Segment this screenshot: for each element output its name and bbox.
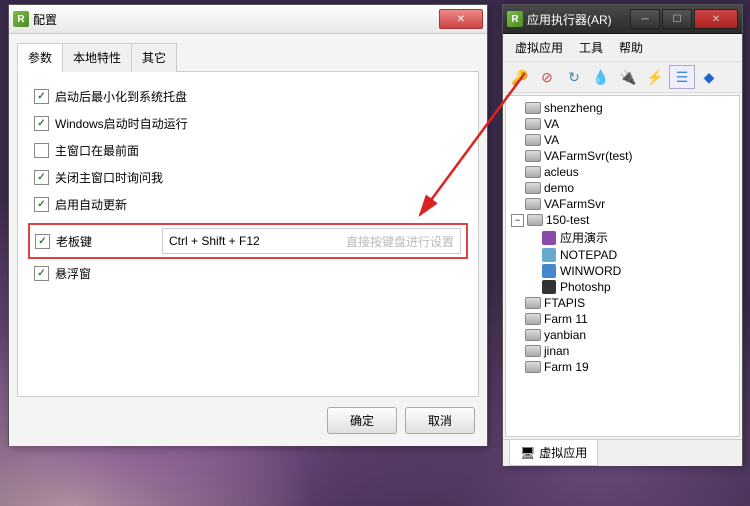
- book-icon[interactable]: ◆: [696, 65, 722, 89]
- checkbox-autostart[interactable]: [34, 116, 49, 131]
- app-icon: R: [507, 11, 523, 27]
- checkbox-floatwin[interactable]: [34, 266, 49, 281]
- tree-item[interactable]: Farm 19: [508, 359, 737, 375]
- dropper-icon[interactable]: 💧: [588, 65, 614, 89]
- tree-item[interactable]: Photoshp: [508, 279, 737, 295]
- label-bosskey: 老板键: [56, 233, 156, 250]
- tab-other[interactable]: 其它: [131, 43, 177, 72]
- checkbox-minimize[interactable]: [34, 89, 49, 104]
- ar-window: R 应用执行器(AR) ─ ☐ ✕ 虚拟应用 工具 帮助 🔑 ⊘ ↻ 💧 🔌 ⚡…: [502, 4, 743, 466]
- menu-vapp[interactable]: 虚拟应用: [509, 36, 569, 59]
- checkbox-askclose[interactable]: [34, 170, 49, 185]
- tree-item[interactable]: shenzheng: [508, 100, 737, 116]
- checkbox-autoupdate[interactable]: [34, 197, 49, 212]
- hotkey-value: Ctrl + Shift + F12: [169, 234, 260, 248]
- monitor-icon: 🖥: [520, 446, 535, 460]
- tree-item[interactable]: acleus: [508, 164, 737, 180]
- refresh-icon[interactable]: ↻: [561, 65, 587, 89]
- status-tab[interactable]: 🖥 虚拟应用: [509, 440, 598, 466]
- tree-item[interactable]: −150-test: [508, 212, 737, 228]
- status-bar: 🖥 虚拟应用: [503, 439, 742, 466]
- toolbar: 🔑 ⊘ ↻ 💧 🔌 ⚡ ☰ ◆: [503, 62, 742, 93]
- label-askclose: 关闭主窗口时询问我: [55, 169, 163, 186]
- menu-help[interactable]: 帮助: [613, 36, 649, 59]
- menu-tools[interactable]: 工具: [573, 36, 609, 59]
- label-minimize: 启动后最小化到系统托盘: [55, 88, 187, 105]
- tree-item[interactable]: WINWORD: [508, 263, 737, 279]
- ar-title: 应用执行器(AR): [527, 11, 630, 28]
- close-icon[interactable]: ✕: [439, 9, 483, 29]
- close-icon[interactable]: ✕: [694, 9, 738, 29]
- tree-item[interactable]: 应用演示: [508, 228, 737, 247]
- plug-icon[interactable]: 🔌: [615, 65, 641, 89]
- tree-view[interactable]: shenzhengVAVAVAFarmSvr(test)acleusdemoVA…: [505, 95, 740, 437]
- config-window: R 配置 ✕ 参数 本地特性 其它 启动后最小化到系统托盘 Windows启动时…: [8, 4, 488, 446]
- label-autostart: Windows启动时自动运行: [55, 115, 188, 132]
- maximize-icon[interactable]: ☐: [662, 9, 692, 29]
- tree-item[interactable]: VA: [508, 132, 737, 148]
- cancel-button[interactable]: 取消: [405, 407, 475, 434]
- collapse-icon[interactable]: −: [511, 214, 524, 227]
- tree-item[interactable]: yanbian: [508, 327, 737, 343]
- checkbox-bosskey[interactable]: [35, 234, 50, 249]
- tab-local[interactable]: 本地特性: [62, 43, 132, 72]
- tree-item[interactable]: VAFarmSvr(test): [508, 148, 737, 164]
- checkbox-topmost[interactable]: [34, 143, 49, 158]
- tree-item[interactable]: NOTEPAD: [508, 247, 737, 263]
- label-topmost: 主窗口在最前面: [55, 142, 139, 159]
- key-icon[interactable]: 🔑: [507, 65, 533, 89]
- ar-titlebar[interactable]: R 应用执行器(AR) ─ ☐ ✕: [503, 5, 742, 34]
- tree-item[interactable]: FTAPIS: [508, 295, 737, 311]
- bolt-icon[interactable]: ⚡: [642, 65, 668, 89]
- hotkey-input[interactable]: Ctrl + Shift + F12 直接按键盘进行设置: [162, 228, 461, 254]
- tree-item[interactable]: VAFarmSvr: [508, 196, 737, 212]
- tree-item[interactable]: VA: [508, 116, 737, 132]
- block-icon[interactable]: ⊘: [534, 65, 560, 89]
- label-autoupdate: 启用自动更新: [55, 196, 127, 213]
- tab-params[interactable]: 参数: [17, 43, 63, 72]
- ok-button[interactable]: 确定: [327, 407, 397, 434]
- tree-item[interactable]: jinan: [508, 343, 737, 359]
- list-icon[interactable]: ☰: [669, 65, 695, 89]
- app-icon: R: [13, 11, 29, 27]
- label-floatwin: 悬浮窗: [55, 265, 91, 282]
- tree-item[interactable]: Farm 11: [508, 311, 737, 327]
- menubar: 虚拟应用 工具 帮助: [503, 34, 742, 62]
- tree-item[interactable]: demo: [508, 180, 737, 196]
- config-title: 配置: [33, 11, 439, 28]
- minimize-icon[interactable]: ─: [630, 9, 660, 29]
- config-tabs: 参数 本地特性 其它: [17, 42, 479, 72]
- hotkey-row: 老板键 Ctrl + Shift + F12 直接按键盘进行设置: [28, 223, 468, 259]
- config-titlebar[interactable]: R 配置 ✕: [9, 5, 487, 34]
- hotkey-hint: 直接按键盘进行设置: [346, 233, 454, 250]
- status-label: 虚拟应用: [539, 444, 587, 461]
